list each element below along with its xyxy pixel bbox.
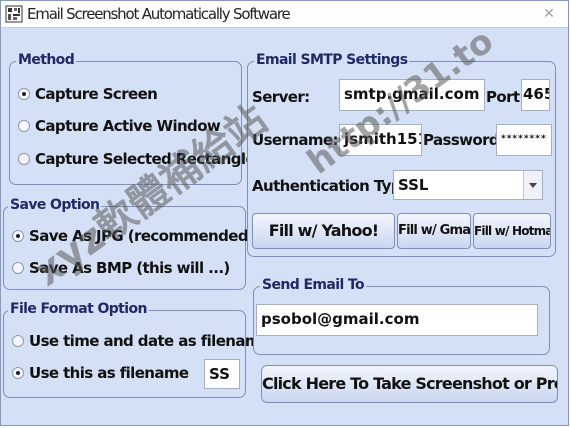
save-option-group: Save Option Save As JPG (recommended) Sa… (3, 197, 255, 290)
radio-icon (12, 335, 24, 347)
smtp-legend: Email SMTP Settings (254, 52, 410, 68)
radio-capture-selected-rectangle[interactable]: Capture Selected Rectangle (18, 148, 256, 170)
radio-icon (18, 88, 30, 100)
server-input[interactable]: smtp.gmail.com (339, 79, 485, 111)
radio-icon (12, 230, 24, 242)
radio-label: Save As BMP (this will ...) (29, 259, 230, 277)
smtp-settings-group: Email SMTP Settings Server: smtp.gmail.c… (247, 52, 556, 257)
file-format-legend: File Format Option (8, 301, 149, 317)
radio-use-this-filename[interactable]: Use this as filename (12, 362, 189, 384)
port-label: Port: (486, 88, 525, 106)
radio-label: Save As JPG (recommended) (29, 227, 255, 245)
send-email-group: Send Email To psobol@gmail.com (253, 277, 550, 355)
radio-icon (12, 367, 24, 379)
recipient-email-input[interactable]: psobol@gmail.com (256, 304, 538, 336)
password-input[interactable]: ******** (496, 124, 552, 156)
radio-use-time-date[interactable]: Use time and date as filename (12, 330, 270, 352)
radio-save-bmp[interactable]: Save As BMP (this will ...) (12, 257, 230, 279)
username-input[interactable]: jsmith151 (339, 124, 422, 156)
filename-input[interactable]: SS (204, 359, 240, 389)
radio-label: Capture Active Window (35, 117, 221, 135)
auth-type-label: Authentication Type: (252, 177, 417, 195)
radio-icon (12, 262, 24, 274)
send-email-legend: Send Email To (260, 277, 367, 293)
username-label: Username: (252, 131, 338, 149)
auth-type-select[interactable]: SSL (393, 170, 543, 200)
method-group: Method Capture Screen Capture Active Win… (9, 52, 256, 185)
title-bar: Email Screenshot Automatically Software … (1, 1, 568, 28)
radio-icon (18, 120, 30, 132)
radio-icon (18, 153, 30, 165)
method-legend: Method (16, 52, 77, 68)
radio-label: Use this as filename (29, 364, 189, 382)
fill-gmail-button[interactable]: Fill w/ Gmail (397, 213, 471, 249)
radio-save-jpg[interactable]: Save As JPG (recommended) (12, 225, 255, 247)
port-input[interactable]: 465 (521, 79, 550, 111)
radio-capture-active-window[interactable]: Capture Active Window (18, 115, 221, 137)
fill-yahoo-button[interactable]: Fill w/ Yahoo! (252, 213, 395, 249)
fill-hotmail-button[interactable]: Fill w/ Hotmail (473, 213, 551, 249)
server-label: Server: (252, 88, 310, 106)
close-icon[interactable]: ✕ (540, 5, 558, 23)
password-label: Password: (423, 131, 505, 149)
window-title: Email Screenshot Automatically Software (27, 5, 291, 23)
radio-label: Use time and date as filename (29, 332, 270, 350)
radio-capture-screen[interactable]: Capture Screen (18, 83, 158, 105)
chevron-down-icon[interactable] (523, 171, 542, 199)
radio-label: Capture Screen (35, 85, 158, 103)
save-option-legend: Save Option (8, 197, 102, 213)
file-format-group: File Format Option Use time and date as … (3, 301, 270, 398)
radio-label: Capture Selected Rectangle (35, 150, 256, 168)
app-window: Email Screenshot Automatically Software … (0, 0, 569, 426)
grid-app-icon (5, 5, 23, 23)
capture-screenshot-button[interactable]: Click Here To Take Screenshot or Press C… (261, 365, 558, 403)
auth-type-value: SSL (398, 176, 429, 194)
